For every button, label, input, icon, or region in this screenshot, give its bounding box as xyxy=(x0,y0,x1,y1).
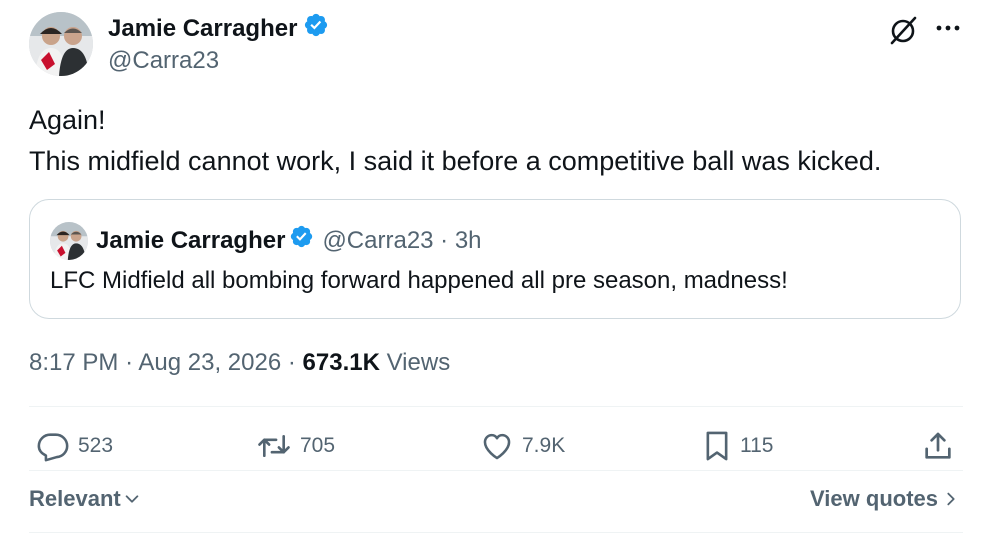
quoted-tweet-card[interactable]: Jamie Carragher @Carra23 · 3h LFC Midfie… xyxy=(29,199,961,319)
author-name-row[interactable]: Jamie Carragher xyxy=(108,12,329,46)
grok-icon[interactable] xyxy=(887,14,919,51)
author-avatar[interactable] xyxy=(29,12,93,76)
share-button[interactable] xyxy=(921,428,963,464)
reply-button[interactable]: 523 xyxy=(36,428,113,464)
more-options-icon[interactable] xyxy=(934,16,962,45)
reply-icon xyxy=(37,433,69,462)
chevron-down-icon xyxy=(125,495,139,503)
author-name[interactable]: Jamie Carragher xyxy=(108,14,297,44)
tweet-date[interactable]: Aug 23, 2026 xyxy=(138,349,281,376)
sort-label: Relevant xyxy=(29,486,121,511)
divider-top xyxy=(29,406,963,407)
repost-count: 705 xyxy=(300,434,336,457)
tweet-time[interactable]: 8:17 PM xyxy=(29,349,118,376)
share-icon xyxy=(925,432,951,459)
tweet-line-2: This midfield cannot work, I said it bef… xyxy=(29,146,882,176)
repost-icon xyxy=(258,434,290,458)
tweet-line-1: Again! xyxy=(29,105,106,135)
tweet-text: Again! This midfield cannot work, I said… xyxy=(29,100,881,182)
verified-badge-icon xyxy=(303,12,329,46)
divider-bottom xyxy=(29,532,963,533)
quoted-verified-badge-icon xyxy=(289,224,314,257)
reply-count: 523 xyxy=(78,434,114,457)
quoted-author-row: Jamie Carragher @Carra23 · 3h xyxy=(96,224,482,257)
meta-separator: · xyxy=(125,349,139,376)
like-count: 7.9K xyxy=(522,434,566,457)
tweet-meta: 8:17 PM · Aug 23, 2026 · 673.1K Views xyxy=(29,347,450,379)
quoted-handle-time: @Carra23 · 3h xyxy=(322,226,482,254)
avatar-photo xyxy=(29,12,93,76)
bookmark-icon xyxy=(706,431,728,461)
repost-button[interactable]: 705 xyxy=(256,428,335,464)
quoted-author-name: Jamie Carragher xyxy=(96,226,286,254)
view-quotes-link[interactable]: View quotes xyxy=(810,484,960,514)
views-label: Views xyxy=(386,349,451,376)
quoted-author-avatar xyxy=(50,222,88,260)
views-count: 673.1K xyxy=(302,349,380,376)
bookmark-button[interactable]: 115 xyxy=(702,428,773,464)
heart-icon xyxy=(483,433,511,460)
quoted-avatar-photo xyxy=(50,222,88,260)
author-handle[interactable]: @Carra23 xyxy=(108,46,219,76)
divider-actions xyxy=(29,470,963,471)
sort-replies-button[interactable]: Relevant xyxy=(29,484,141,514)
meta-separator: · xyxy=(287,349,303,376)
chevron-right-icon xyxy=(947,492,955,506)
view-quotes-label: View quotes xyxy=(810,486,938,511)
bookmark-count: 115 xyxy=(740,434,774,457)
quoted-tweet-text: LFC Midfield all bombing forward happene… xyxy=(50,267,788,294)
like-button[interactable]: 7.9K xyxy=(480,428,565,464)
